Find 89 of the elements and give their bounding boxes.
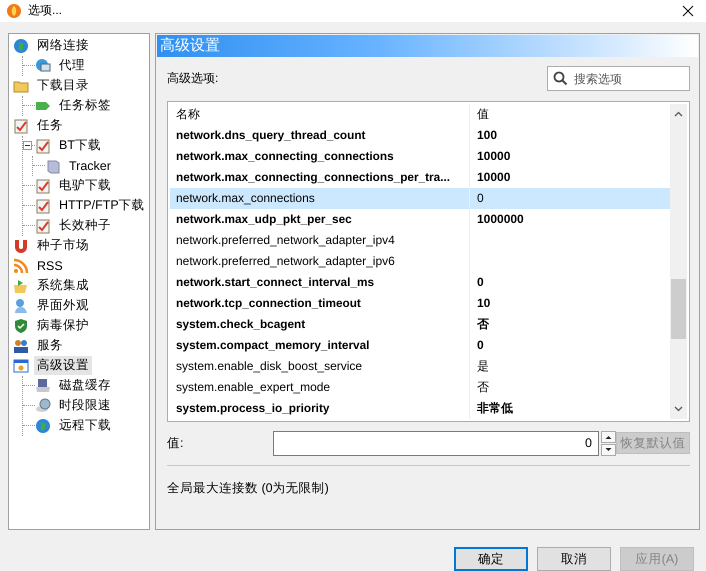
close-icon[interactable] bbox=[682, 4, 694, 17]
tree-item[interactable]: 长效种子 bbox=[56, 216, 114, 236]
tree-item[interactable]: BT下载 bbox=[56, 136, 104, 156]
table-row[interactable]: network.max_udp_pkt_per_sec 1000000 bbox=[170, 208, 670, 230]
settings-window-icon bbox=[13, 358, 29, 374]
app-icon bbox=[6, 2, 22, 19]
collapse-icon[interactable] bbox=[23, 141, 32, 150]
table-row[interactable]: system.enable_disk_boost_service 是 bbox=[170, 356, 670, 377]
table-cell: network.tcp_connection_timeout bbox=[170, 292, 470, 314]
tree-item[interactable]: 时段限速 bbox=[56, 396, 114, 416]
tree-item[interactable]: RSS bbox=[34, 258, 66, 274]
table-cell-text: 是 bbox=[476, 358, 489, 375]
table-cell: network.dns_query_thread_count bbox=[170, 124, 470, 146]
table-cell: network.max_connecting_connections bbox=[170, 146, 470, 167]
tree-item[interactable]: 界面外观 bbox=[34, 296, 92, 316]
table-cell: system.process_io_priority bbox=[170, 398, 470, 419]
panel-title: 高级设置 bbox=[157, 34, 698, 57]
table-cell: network.preferred_network_adapter_ipv4 bbox=[170, 230, 470, 251]
globe-icon bbox=[13, 38, 29, 54]
table-row[interactable]: network.max_connecting_connections 10000 bbox=[170, 146, 670, 167]
dialog-button[interactable]: 取消 bbox=[537, 547, 611, 571]
tree-item[interactable]: Tracker bbox=[66, 158, 114, 174]
table-cell-text: 100 bbox=[476, 128, 498, 142]
table-cell: network.start_connect_interval_ms bbox=[170, 272, 470, 293]
table-row[interactable]: network.dns_query_thread_count 100 bbox=[170, 124, 670, 146]
search-field[interactable]: 搜索选项 bbox=[547, 66, 690, 92]
clipboard-icon bbox=[13, 118, 29, 134]
table-cell-text: 10 bbox=[476, 296, 490, 310]
table-cell: network.max_udp_pkt_per_sec bbox=[170, 208, 470, 230]
table-row[interactable]: network.max_connections 0 bbox=[170, 188, 670, 209]
table-row[interactable]: system.compact_memory_interval 0 bbox=[170, 334, 670, 356]
table-cell: system.check_bcagent bbox=[170, 314, 470, 335]
table-cell-text: 0 bbox=[476, 191, 484, 206]
table-row[interactable]: network.preferred_network_adapter_ipv4 bbox=[170, 230, 670, 251]
user-icon bbox=[13, 298, 29, 314]
clipboard-icon bbox=[35, 178, 51, 194]
tree-item[interactable]: 种子市场 bbox=[34, 236, 92, 256]
tree-item[interactable]: 服务 bbox=[34, 336, 66, 356]
magnet-icon bbox=[13, 238, 29, 254]
table-cell-text: 0 bbox=[476, 338, 484, 352]
table-cell: network.max_connections bbox=[170, 188, 470, 209]
column-header[interactable]: 值 bbox=[470, 106, 489, 123]
clipboard-icon bbox=[35, 218, 51, 234]
scrollbar[interactable] bbox=[670, 104, 687, 419]
tree-item[interactable]: 系统集成 bbox=[34, 276, 92, 296]
rss-icon bbox=[13, 258, 29, 274]
table-row[interactable]: network.start_connect_interval_ms 0 bbox=[170, 272, 670, 293]
table-row[interactable]: system.process_io_priority 非常低 bbox=[170, 398, 670, 419]
table-cell-text: 0 bbox=[476, 275, 484, 290]
table-row[interactable]: network.preferred_network_adapter_ipv6 bbox=[170, 250, 670, 272]
monitor-icon bbox=[35, 58, 51, 74]
people-icon bbox=[13, 338, 29, 354]
tree-item[interactable]: 高级设置 bbox=[34, 356, 92, 376]
shield-icon bbox=[13, 318, 29, 334]
tree-item[interactable]: HTTP/FTP下载 bbox=[56, 196, 148, 216]
table-cell-text: 否 bbox=[476, 378, 489, 396]
table-cell-text: 1000000 bbox=[476, 212, 524, 226]
window-title: 选项... bbox=[28, 2, 62, 20]
tree-item[interactable]: 下载目录 bbox=[34, 76, 92, 96]
column-header[interactable]: 名称 bbox=[170, 104, 470, 125]
search-icon bbox=[553, 71, 568, 86]
tree-item[interactable]: 磁盘缓存 bbox=[56, 376, 114, 396]
table-cell: system.compact_memory_interval bbox=[170, 334, 470, 356]
table-cell-text: 10000 bbox=[476, 149, 510, 164]
table-row[interactable]: system.enable_expert_mode 否 bbox=[170, 376, 670, 398]
table-cell: system.enable_expert_mode bbox=[170, 376, 470, 398]
tree-item[interactable]: 任务标签 bbox=[56, 96, 114, 116]
description-text: 全局最大连接数 (0为无限制) bbox=[167, 480, 330, 497]
value-field[interactable]: 0 bbox=[273, 430, 599, 456]
dialog-button[interactable]: 确定 bbox=[454, 547, 528, 571]
clipboard-icon bbox=[35, 198, 51, 214]
section-label: 高级选项: bbox=[167, 70, 218, 88]
tree-item[interactable]: 电驴下载 bbox=[56, 176, 114, 196]
table-cell-text: 非常低 bbox=[476, 400, 513, 417]
tree-item[interactable]: 病毒保护 bbox=[34, 316, 92, 336]
globe-icon bbox=[35, 418, 51, 434]
table-cell-text: 否 bbox=[476, 316, 489, 333]
tree-item[interactable]: 远程下载 bbox=[56, 416, 114, 436]
tree-item[interactable]: 代理 bbox=[56, 56, 88, 76]
tree-item[interactable]: 任务 bbox=[34, 116, 66, 136]
value-label: 值: bbox=[167, 434, 184, 452]
spin-buttons[interactable] bbox=[601, 430, 616, 456]
table-row[interactable]: system.check_bcagent 否 bbox=[170, 314, 670, 335]
clipboard-icon bbox=[35, 138, 51, 154]
table-cell: system.enable_disk_boost_service bbox=[170, 356, 470, 377]
tree-item[interactable]: 网络连接 bbox=[34, 36, 92, 56]
table-cell: network.preferred_network_adapter_ipv6 bbox=[170, 250, 470, 272]
table-row[interactable]: network.tcp_connection_timeout 10 bbox=[170, 292, 670, 314]
table-cell-text: 10000 bbox=[476, 170, 510, 184]
